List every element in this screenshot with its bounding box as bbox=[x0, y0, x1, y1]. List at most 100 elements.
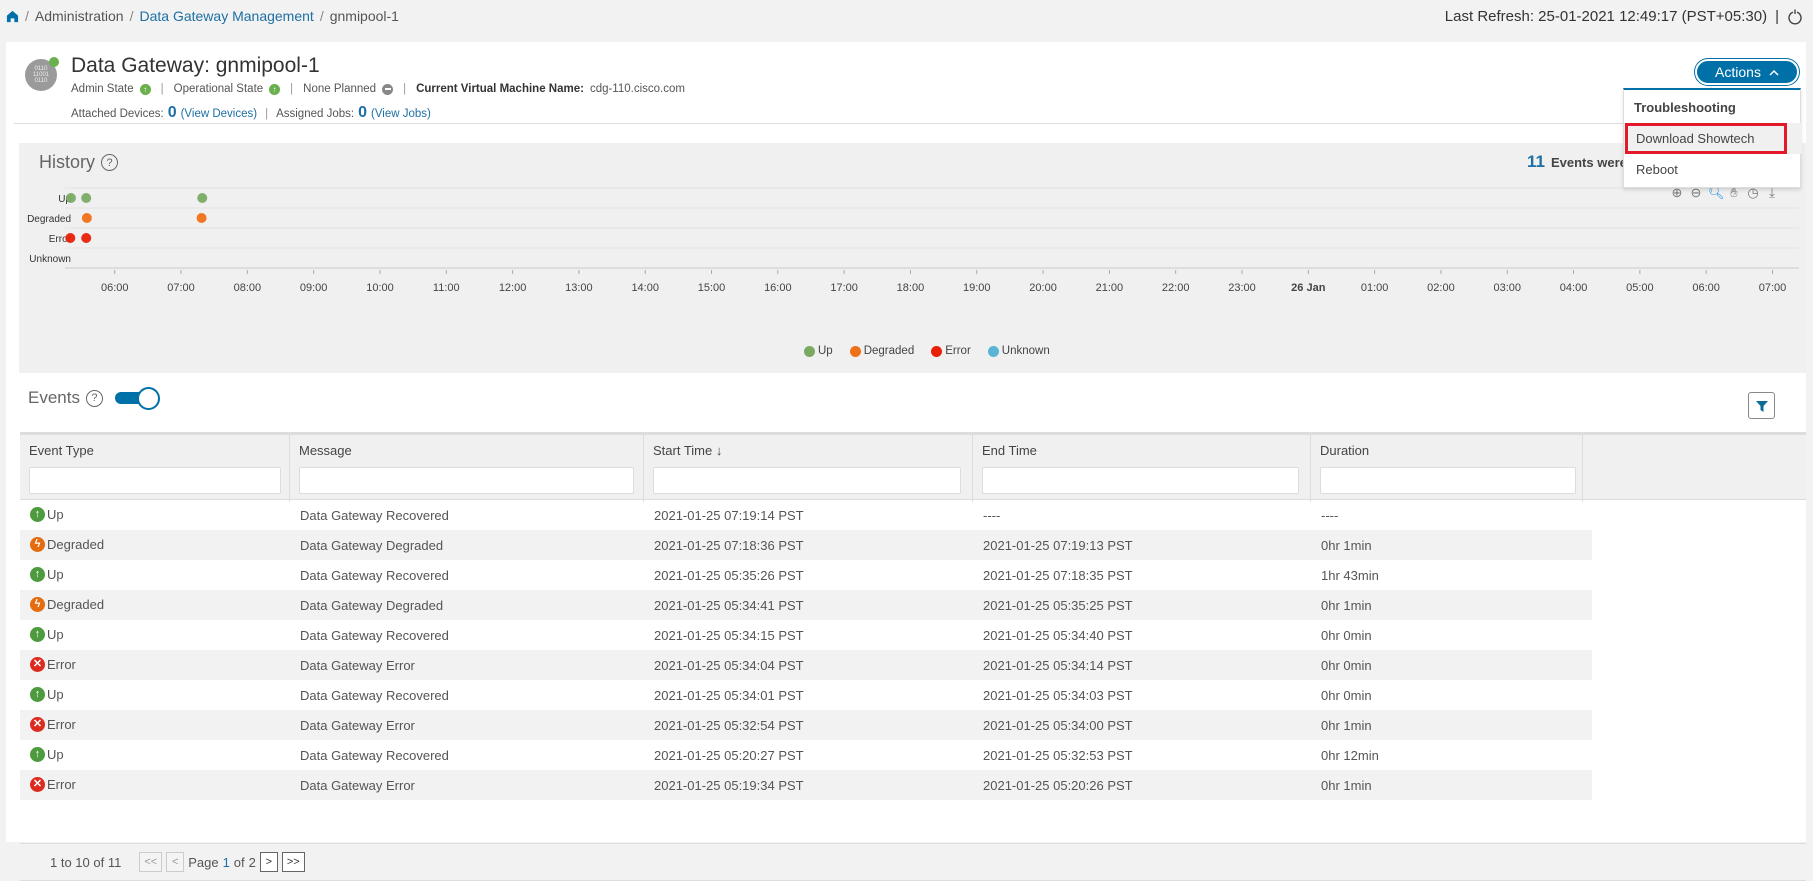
history-title: History ? bbox=[39, 152, 119, 173]
filter-button[interactable] bbox=[1748, 392, 1775, 419]
zoom-out-icon[interactable]: ⊖ bbox=[1689, 186, 1703, 200]
column-event-type[interactable]: Event Type bbox=[20, 435, 290, 502]
help-icon[interactable]: ? bbox=[101, 154, 119, 171]
pan-hand-icon[interactable]: ✋︎ bbox=[1727, 186, 1741, 200]
home-icon[interactable] bbox=[6, 10, 19, 23]
page-label: Page bbox=[188, 854, 219, 870]
data-point-up bbox=[197, 193, 208, 203]
x-tick-label: 21:00 bbox=[1096, 282, 1124, 294]
breadcrumb-administration: Administration bbox=[34, 8, 124, 24]
end-time-filter-input[interactable] bbox=[982, 467, 1299, 494]
event-type-cell: ϟ Degraded bbox=[30, 597, 104, 612]
table-row[interactable]: ↑ Up Data Gateway Recovered 2021-01-25 07:1… bbox=[20, 500, 1806, 530]
view-devices-link[interactable]: (View Devices) bbox=[181, 108, 257, 120]
data-point-up bbox=[65, 193, 76, 203]
table-row[interactable]: ↑ Up Data Gateway Recovered 2021-01-25 05:2… bbox=[20, 740, 1806, 770]
duration-cell: 1hr 43min bbox=[1321, 568, 1379, 583]
events-toggle[interactable] bbox=[114, 387, 163, 410]
message-cell: Data Gateway Recovered bbox=[300, 568, 449, 583]
legend-swatch-degraded bbox=[849, 345, 861, 357]
y-tick-label: Unknown bbox=[29, 254, 71, 265]
column-duration[interactable]: Duration bbox=[1311, 435, 1583, 502]
assigned-jobs-label: Assigned Jobs: bbox=[276, 108, 355, 120]
legend-item-error[interactable]: Error bbox=[931, 345, 971, 357]
view-jobs-link[interactable]: (View Jobs) bbox=[371, 108, 431, 120]
event-type-text: Up bbox=[47, 627, 64, 642]
legend-item-unknown[interactable]: Unknown bbox=[987, 345, 1050, 357]
highlight-box bbox=[1625, 123, 1787, 154]
table-row[interactable]: ✕ Error Data Gateway Error 2021-01-25 05:19… bbox=[20, 770, 1806, 800]
history-panel: Up Degraded Error Unknown 06:00 07:00 08:00 09:… bbox=[19, 143, 1806, 373]
table-row[interactable]: ϟ Degraded Data Gateway Degraded 2021-01-25… bbox=[20, 530, 1806, 560]
duration-cell: 0hr 1min bbox=[1321, 718, 1372, 733]
table-row[interactable]: ϟ Degraded Data Gateway Degraded 2021-01-25… bbox=[20, 590, 1806, 620]
table-row[interactable]: ↑ Up Data Gateway Recovered 2021-01-25 05:3… bbox=[20, 680, 1806, 710]
menu-item-reboot[interactable]: Reboot bbox=[1636, 162, 1678, 177]
x-tick-label: 03:00 bbox=[1493, 282, 1521, 294]
table-row[interactable]: ↑ Up Data Gateway Recovered 2021-01-25 05:3… bbox=[20, 560, 1806, 590]
up-status-icon: ↑ bbox=[30, 627, 45, 642]
planned-label: None Planned bbox=[303, 83, 377, 95]
actions-button-label: Actions bbox=[1715, 64, 1761, 80]
duration-filter-input[interactable] bbox=[1320, 467, 1576, 494]
message-filter-input[interactable] bbox=[299, 467, 634, 494]
start-time-cell: 2021-01-25 05:34:04 PST bbox=[654, 658, 804, 673]
prev-page-button[interactable]: < bbox=[166, 852, 185, 872]
table-row[interactable]: ↑ Up Data Gateway Recovered 2021-01-25 05:3… bbox=[20, 620, 1806, 650]
top-bar: / Administration / Data Gateway Manageme… bbox=[0, 0, 1813, 36]
data-point-degraded bbox=[196, 213, 207, 223]
message-cell: Data Gateway Recovered bbox=[300, 688, 449, 703]
x-tick-label: 07:00 bbox=[1759, 282, 1787, 294]
magnify-icon[interactable]: 🔍︎ bbox=[1708, 186, 1725, 200]
event-type-cell: ↑ Up bbox=[30, 507, 64, 522]
admin-state-up-icon: ↑ bbox=[139, 83, 151, 95]
menu-item-download-showtech[interactable]: Download Showtech bbox=[1624, 123, 1802, 154]
first-page-button[interactable]: << bbox=[139, 852, 163, 872]
table-row[interactable]: ✕ Error Data Gateway Error 2021-01-25 05:32… bbox=[20, 710, 1806, 740]
end-time-cell: 2021-01-25 05:34:00 PST bbox=[983, 718, 1133, 733]
message-cell: Data Gateway Error bbox=[300, 718, 415, 733]
page-title: Data Gateway: gnmipool-1 bbox=[71, 54, 320, 77]
start-time-cell: 2021-01-25 05:34:41 PST bbox=[654, 598, 804, 613]
table-body: ↑ Up Data Gateway Recovered 2021-01-25 07:1… bbox=[20, 500, 1806, 800]
table-row[interactable]: ✕ Error Data Gateway Error 2021-01-25 05:34… bbox=[20, 650, 1806, 680]
table-header: Event Type Message Start Time ↓ End Time… bbox=[20, 432, 1806, 502]
refresh-icon[interactable] bbox=[1787, 9, 1803, 25]
history-chart: UpDegradedErrorUnknown06:00 07:00 08:00 09:… bbox=[27, 187, 1799, 294]
events-section-title: Events ? bbox=[28, 387, 163, 410]
last-page-button[interactable]: >> bbox=[281, 852, 305, 872]
breadcrumb-data-gateway-management[interactable]: Data Gateway Management bbox=[139, 8, 313, 24]
event-type-filter-input[interactable] bbox=[29, 467, 281, 494]
reset-zoom-icon[interactable]: ◷ bbox=[1746, 186, 1760, 200]
refresh-separator: | bbox=[1775, 8, 1779, 25]
download-icon[interactable]: ⤓ bbox=[1765, 186, 1779, 200]
actions-button[interactable]: Actions bbox=[1695, 59, 1799, 85]
end-time-cell: 2021-01-25 05:34:40 PST bbox=[983, 628, 1133, 643]
events-table: Event Type Message Start Time ↓ End Time… bbox=[20, 432, 1806, 800]
x-tick-label: 19:00 bbox=[963, 282, 991, 294]
events-count: 11 Events were bbox=[1527, 152, 1627, 172]
message-cell: Data Gateway Recovered bbox=[300, 508, 449, 523]
legend-item-degraded[interactable]: Degraded bbox=[849, 345, 914, 357]
start-time-cell: 2021-01-25 05:20:27 PST bbox=[654, 748, 804, 763]
column-end-time[interactable]: End Time bbox=[973, 435, 1311, 502]
event-type-text: Up bbox=[47, 567, 64, 582]
help-icon[interactable]: ? bbox=[85, 389, 103, 407]
message-cell: Data Gateway Error bbox=[300, 658, 415, 673]
column-message[interactable]: Message bbox=[290, 435, 644, 502]
start-time-cell: 2021-01-25 05:19:34 PST bbox=[654, 778, 804, 793]
attached-devices-label: Attached Devices: bbox=[71, 108, 164, 120]
vm-name-value: cdg-110.cisco.com bbox=[589, 83, 685, 95]
duration-cell: ---- bbox=[1321, 508, 1339, 523]
column-start-time[interactable]: Start Time ↓ bbox=[644, 435, 973, 502]
filter-icon bbox=[1755, 400, 1768, 412]
x-tick-label: 04:00 bbox=[1560, 282, 1588, 294]
next-page-button[interactable]: > bbox=[259, 852, 278, 872]
zoom-in-icon[interactable]: ⊕ bbox=[1670, 186, 1684, 200]
error-status-icon: ✕ bbox=[30, 657, 45, 672]
legend-item-up[interactable]: Up bbox=[804, 345, 833, 357]
message-cell: Data Gateway Recovered bbox=[300, 628, 449, 643]
start-time-filter-input[interactable] bbox=[653, 467, 961, 494]
legend-swatch-up bbox=[804, 345, 815, 357]
last-refresh-text: Last Refresh: 25-01-2021 12:49:17 (PST+0… bbox=[1444, 8, 1768, 25]
